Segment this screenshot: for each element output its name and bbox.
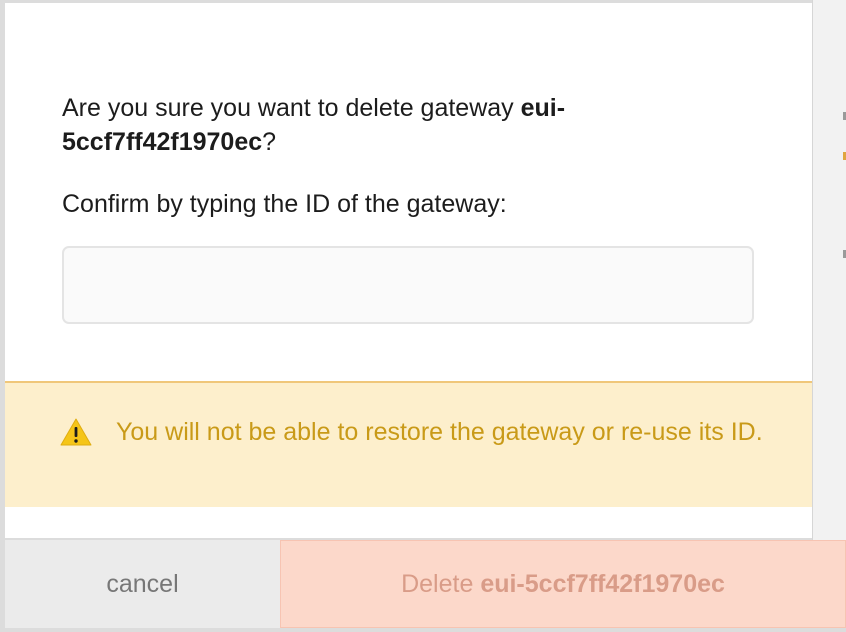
- question-suffix: ?: [262, 128, 277, 156]
- warning-triangle-icon: [60, 418, 92, 446]
- delete-gateway-button[interactable]: Delete eui-5ccf7ff42f1970ec: [280, 540, 846, 628]
- delete-gateway-modal: Are you sure you want to delete gateway …: [5, 3, 812, 538]
- background-page-edge: [812, 0, 846, 540]
- gateway-id-confirm-input[interactable]: [62, 246, 754, 324]
- delete-button-prefix: Delete: [401, 569, 481, 598]
- cancel-button[interactable]: cancel: [5, 540, 280, 628]
- confirm-label: Confirm by typing the ID of the gateway:: [62, 190, 507, 218]
- warning-notification: You will not be able to restore the gate…: [5, 381, 812, 507]
- modal-footer: cancel Delete eui-5ccf7ff42f1970ec: [5, 540, 846, 628]
- warning-text: You will not be able to restore the gate…: [116, 418, 763, 446]
- question-prefix: Are you sure you want to delete gateway: [62, 94, 521, 122]
- delete-confirmation-question: Are you sure you want to delete gateway …: [62, 91, 762, 159]
- delete-button-gateway-id: eui-5ccf7ff42f1970ec: [480, 569, 725, 598]
